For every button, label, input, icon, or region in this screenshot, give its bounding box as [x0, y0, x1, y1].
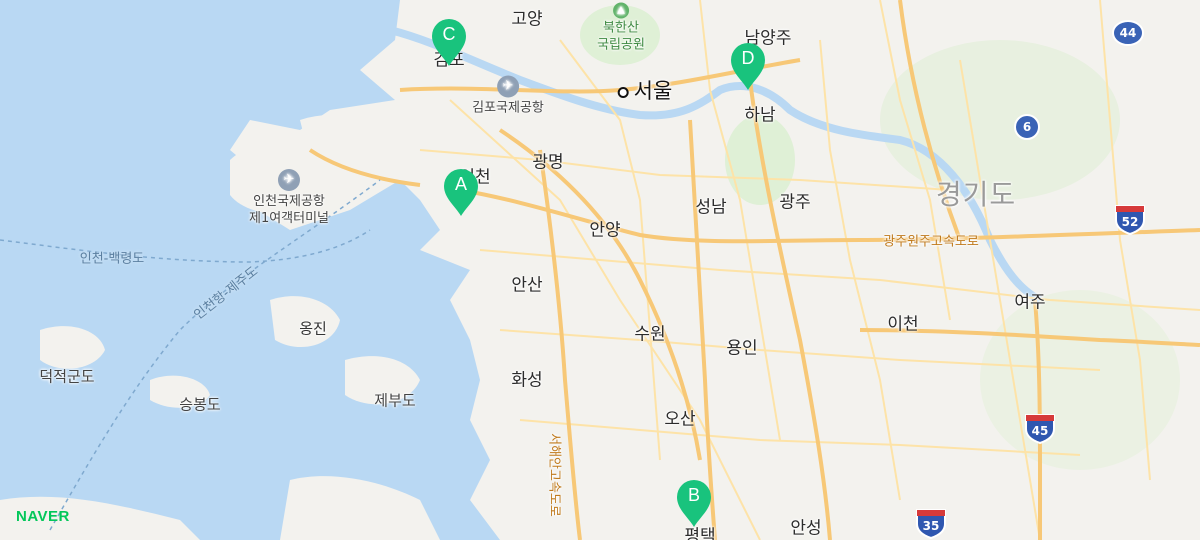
island-ganghwa	[300, 115, 370, 147]
airport-incheon[interactable]: ✈ 인천국제공항 제1여객터미널	[249, 169, 329, 227]
island-label-jebu[interactable]: 제부도	[374, 390, 415, 411]
green-east2	[980, 290, 1180, 470]
route-shield-45-text: 45	[1032, 424, 1049, 438]
route-shield-6-icon: 6	[1014, 114, 1040, 140]
city-yongin[interactable]: 용인	[726, 334, 757, 359]
route-shield-52-icon: 52	[1115, 205, 1145, 236]
city-ansan[interactable]: 안산	[511, 271, 542, 296]
road-label-expressway: 광주원주고속도로	[883, 234, 979, 250]
marker-d[interactable]: D	[728, 42, 768, 92]
route-shield-45-icon: 45	[1025, 414, 1055, 445]
marker-d-label: D	[741, 48, 755, 68]
map-base-layer	[0, 0, 1200, 540]
city-hanam[interactable]: 하남	[744, 101, 775, 126]
island-label-deokjeok[interactable]: 덕적군도	[39, 366, 94, 387]
marker-c[interactable]: C	[429, 18, 469, 68]
city-goyang[interactable]: 고양	[511, 5, 542, 30]
airport-incheon-name: 인천국제공항	[253, 194, 325, 209]
city-suwon[interactable]: 수원	[634, 320, 665, 345]
park-name-line1: 북한산	[603, 20, 639, 36]
airplane-icon: ✈	[278, 169, 300, 191]
airport-incheon-terminal: 제1여객터미널	[248, 211, 330, 226]
marker-b-label: B	[687, 485, 700, 505]
route-shield-35-icon: 35	[916, 509, 946, 540]
island-label-seungbong[interactable]: 승봉도	[179, 394, 220, 415]
capital-name: 서울	[633, 79, 673, 103]
capital-dot-icon	[617, 86, 629, 98]
airport-gimpo[interactable]: ✈ 김포국제공항	[472, 75, 544, 117]
naver-logo[interactable]: NAVER	[16, 508, 70, 525]
map-canvas[interactable]: 인천-백령도 인천항-제주도 경기도 서울 ▲ 북한산 국립공원 ✈ 김포국제공…	[0, 0, 1200, 540]
marker-c-label: C	[442, 24, 456, 44]
park-name-line2: 국립공원	[597, 37, 645, 53]
route-shield-35-text: 35	[923, 519, 940, 533]
city-gwangmyeong[interactable]: 광명	[532, 148, 563, 173]
province-label: 경기도	[935, 178, 1017, 211]
city-yeoju[interactable]: 여주	[1014, 288, 1045, 313]
city-hwaseong[interactable]: 화성	[511, 366, 542, 391]
city-seongnam[interactable]: 성남	[695, 193, 726, 218]
city-anseong[interactable]: 안성	[790, 514, 821, 539]
city-gwangju[interactable]: 광주	[779, 188, 810, 213]
park-label[interactable]: ▲ 북한산 국립공원	[597, 2, 645, 54]
tree-icon: ▲	[613, 2, 629, 19]
marker-a-label: A	[454, 174, 467, 194]
road-label-westcoast: 서해안고속도로	[546, 433, 562, 517]
route-shield-52-text: 52	[1122, 215, 1139, 229]
airplane-icon: ✈	[496, 75, 519, 98]
city-anyang[interactable]: 안양	[589, 216, 620, 241]
ferry-label-baengnyeong: 인천-백령도	[79, 251, 145, 267]
city-osan[interactable]: 오산	[664, 405, 695, 430]
airport-gimpo-name: 김포국제공항	[472, 100, 544, 116]
route-shield-44-text: 44	[1120, 26, 1137, 40]
marker-a[interactable]: A	[441, 168, 481, 218]
route-shield-44-icon: 44	[1112, 20, 1144, 46]
capital-label[interactable]: 서울	[617, 75, 673, 105]
route-shield-6-text: 6	[1023, 120, 1031, 134]
marker-b[interactable]: B	[674, 479, 714, 529]
island-label-ongjin[interactable]: 옹진	[299, 318, 327, 339]
city-icheon[interactable]: 이천	[887, 310, 918, 335]
